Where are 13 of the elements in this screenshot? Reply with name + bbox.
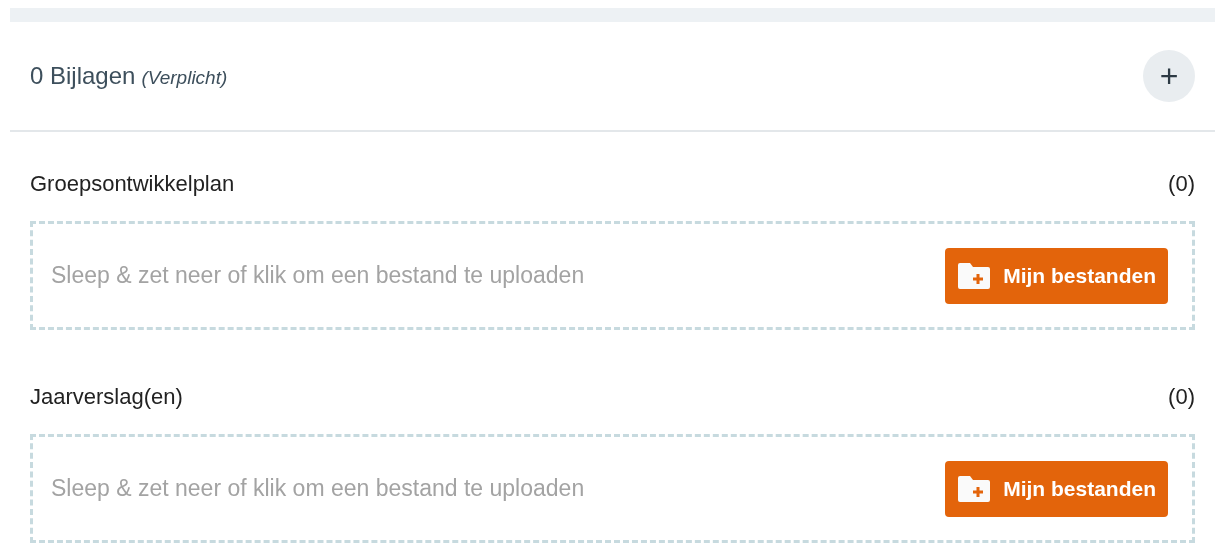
dropzone[interactable]: Sleep & zet neer of klik om een bestand te uploaden Mijn bestanden [30, 221, 1195, 330]
add-button[interactable]: + [1143, 50, 1195, 102]
my-files-button[interactable]: Mijn bestanden [945, 247, 1168, 304]
my-files-button[interactable]: Mijn bestanden [945, 460, 1168, 517]
file-count: (0) [1168, 384, 1195, 410]
dropzone[interactable]: Sleep & zet neer of klik om een bestand te uploaden Mijn bestanden [30, 434, 1195, 543]
attachments-title: 0 Bijlagen [30, 62, 136, 89]
folder-plus-icon [957, 474, 992, 503]
file-count: (0) [1168, 171, 1195, 197]
folder-plus-icon [957, 261, 992, 290]
section-label: Groepsontwikkelplan [30, 171, 235, 197]
section-label: Jaarverslag(en) [30, 384, 183, 410]
required-note: (Verplicht) [141, 67, 228, 88]
